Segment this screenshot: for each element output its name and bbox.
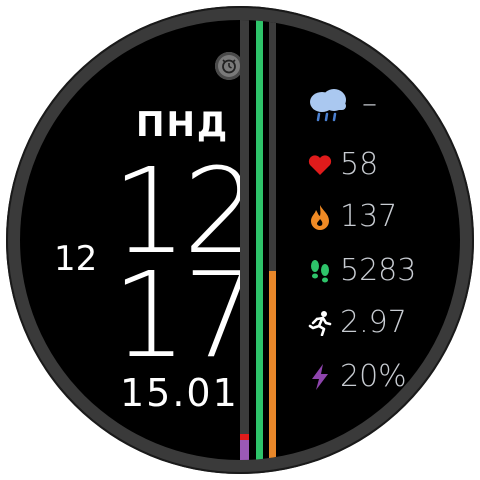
weather-value: – xyxy=(362,86,377,121)
alarm-clock-icon[interactable] xyxy=(215,52,243,80)
calories-metric[interactable]: 137 xyxy=(306,202,397,232)
orange-progress-track xyxy=(269,20,276,460)
footprints-icon xyxy=(306,257,334,285)
weather-metric[interactable]: – xyxy=(306,84,377,124)
green-progress-fill xyxy=(256,20,263,460)
watch-face: ПНД 12 12 17 15.01 – 58 137 5283 2.97 20… xyxy=(20,20,460,460)
runner-icon xyxy=(306,309,334,337)
flame-icon xyxy=(306,203,334,231)
green-progress-track xyxy=(256,20,263,460)
left-progress-marker xyxy=(240,433,249,440)
distance-metric[interactable]: 2.97 xyxy=(306,308,407,338)
distance-value: 2.97 xyxy=(340,305,407,340)
left-progress-fill xyxy=(240,439,249,460)
seconds-digits: 12 xyxy=(54,239,98,279)
minute-digits: 17 xyxy=(112,246,258,384)
date-label: 15.01 xyxy=(120,371,239,415)
heart-rate-metric[interactable]: 58 xyxy=(306,150,378,180)
orange-progress-fill xyxy=(269,271,276,460)
calories-value: 137 xyxy=(340,199,398,234)
left-progress-track xyxy=(240,20,249,460)
heart-rate-value: 58 xyxy=(340,147,379,182)
battery-value: 20% xyxy=(340,359,407,394)
battery-metric[interactable]: 20% xyxy=(306,362,407,392)
lightning-icon xyxy=(306,363,334,391)
weekday-label: ПНД xyxy=(136,105,230,145)
steps-value: 5283 xyxy=(340,253,417,288)
cloud-rain-icon xyxy=(306,84,350,124)
heart-icon xyxy=(306,151,334,179)
steps-metric[interactable]: 5283 xyxy=(306,256,416,286)
